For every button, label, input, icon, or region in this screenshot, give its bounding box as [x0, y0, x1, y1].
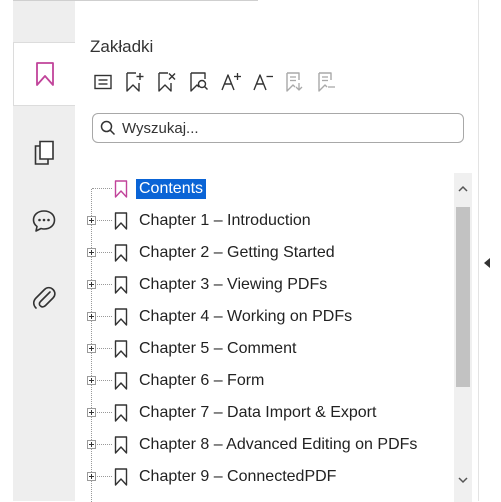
add-bookmark-icon	[126, 72, 144, 92]
font-decrease-icon	[253, 74, 273, 91]
bookmark-icon	[114, 340, 128, 358]
bookmark-row-chapter-9[interactable]: Chapter 9 – ConnectedPDF	[87, 461, 454, 493]
bookmark-icon	[114, 436, 128, 454]
bookmark-row-chapter-6[interactable]: Chapter 6 – Form	[87, 365, 454, 397]
panel-splitter[interactable]	[478, 0, 479, 501]
bookmark-icon	[114, 468, 128, 486]
expand-all-button[interactable]	[279, 67, 311, 97]
bookmark-label: Chapter 2 – Getting Started	[139, 244, 335, 261]
expand-toggle[interactable]	[87, 408, 96, 417]
bookmark-row-contents[interactable]: Contents	[87, 173, 454, 205]
decrease-font-button[interactable]	[247, 67, 279, 97]
search-input[interactable]	[122, 119, 442, 137]
tab-comments[interactable]	[13, 189, 75, 253]
delete-bookmark-icon	[158, 72, 176, 92]
bookmark-row-chapter-7[interactable]: Chapter 7 – Data Import & Export	[87, 397, 454, 429]
bookmark-row-chapter-2[interactable]: Chapter 2 – Getting Started	[87, 237, 454, 269]
bookmark-label: Chapter 8 – Advanced Editing on PDFs	[139, 436, 418, 453]
chevron-up-icon	[458, 185, 468, 192]
bookmark-label: Chapter 9 – ConnectedPDF	[139, 468, 337, 485]
expand-toggle[interactable]	[87, 376, 96, 385]
tab-pages[interactable]	[13, 121, 75, 185]
bookmark-label: Contents	[136, 179, 207, 199]
bookmark-icon	[114, 404, 128, 422]
collapse-panel-arrow-icon[interactable]	[484, 258, 490, 268]
bookmark-label: Chapter 7 – Data Import & Export	[139, 404, 377, 421]
panel-title: Zakładki	[90, 37, 154, 56]
bookmark-row-chapter-3[interactable]: Chapter 3 – Viewing PDFs	[87, 269, 454, 301]
paperclip-icon	[32, 286, 56, 309]
bookmark-icon	[114, 244, 128, 262]
bookmark-icon	[114, 276, 128, 294]
bookmark-icon	[114, 180, 128, 198]
bookmark-label: Chapter 5 – Comment	[139, 340, 297, 357]
expand-toggle[interactable]	[87, 312, 96, 321]
bookmark-label: Chapter 3 – Viewing PDFs	[139, 276, 328, 293]
bookmark-tree: Contents Chapter 1 – Introduction Chapte…	[87, 173, 454, 502]
comment-icon	[32, 210, 56, 232]
side-tab-rail	[13, 1, 75, 501]
expand-toggle[interactable]	[87, 440, 96, 449]
expand-bookmarks-icon	[286, 72, 303, 92]
bookmark-row-chapter-4[interactable]: Chapter 4 – Working on PDFs	[87, 301, 454, 333]
increase-font-button[interactable]	[215, 67, 247, 97]
bookmark-icon	[114, 308, 128, 326]
collapse-all-button[interactable]	[311, 67, 343, 97]
expand-toggle[interactable]	[87, 280, 96, 289]
bookmark-row-chapter-5[interactable]: Chapter 5 – Comment	[87, 333, 454, 365]
bookmark-row-chapter-1[interactable]: Chapter 1 – Introduction	[87, 205, 454, 237]
tab-bookmarks[interactable]	[13, 42, 75, 106]
document-area-edge	[478, 0, 501, 501]
search-icon	[100, 120, 116, 136]
scroll-up-button[interactable]	[454, 181, 472, 195]
expand-toggle[interactable]	[87, 472, 96, 481]
bookmark-label: Chapter 6 – Form	[139, 372, 265, 389]
find-current-bookmark-button[interactable]	[183, 67, 215, 97]
expand-toggle[interactable]	[87, 344, 96, 353]
delete-bookmark-button[interactable]	[151, 67, 183, 97]
bookmark-icon	[35, 62, 54, 86]
bookmark-label: Chapter 4 – Working on PDFs	[139, 308, 353, 325]
options-menu-button[interactable]	[87, 67, 119, 97]
add-bookmark-button[interactable]	[119, 67, 151, 97]
bookmark-label: Chapter 1 – Introduction	[139, 212, 311, 229]
expand-toggle[interactable]	[87, 248, 96, 257]
expand-toggle[interactable]	[87, 216, 96, 225]
bookmark-icon	[114, 372, 128, 390]
collapse-bookmarks-icon	[318, 72, 335, 92]
bookmarks-toolbar	[87, 67, 343, 97]
bookmarks-panel: Zakładki Wyszukaj... Contents Chapter 1 …	[75, 1, 478, 502]
bookmark-icon	[114, 212, 128, 230]
chevron-down-icon	[458, 476, 468, 483]
list-menu-icon	[94, 74, 112, 90]
bookmark-row-chapter-8[interactable]: Chapter 8 – Advanced Editing on PDFs	[87, 429, 454, 461]
scroll-down-button[interactable]	[454, 473, 472, 487]
tab-attachments[interactable]	[13, 265, 75, 329]
scroll-thumb[interactable]	[456, 207, 470, 387]
font-increase-icon	[221, 73, 241, 91]
bookmark-search[interactable]	[92, 113, 464, 143]
find-bookmark-icon	[190, 72, 208, 92]
pages-icon	[34, 140, 54, 165]
tree-scrollbar[interactable]	[454, 173, 472, 502]
